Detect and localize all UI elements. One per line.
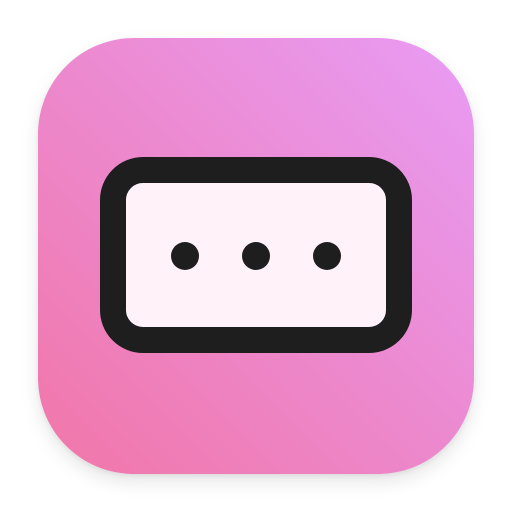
ellipsis-dot bbox=[171, 242, 199, 270]
icon-canvas bbox=[0, 0, 512, 512]
ellipsis-dot bbox=[242, 242, 270, 270]
ellipsis-icon bbox=[100, 157, 412, 353]
ellipsis-dot bbox=[313, 242, 341, 270]
